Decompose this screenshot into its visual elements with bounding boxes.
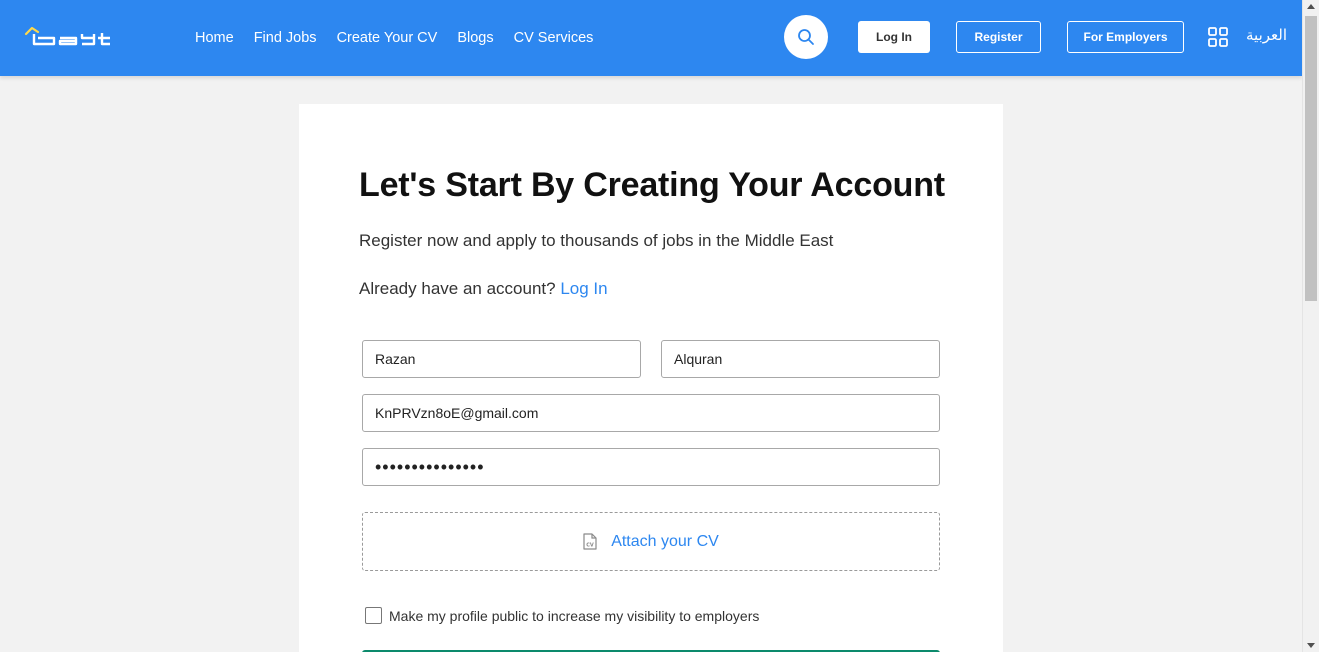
cv-file-icon: CV [583,533,597,550]
nav-find-jobs[interactable]: Find Jobs [254,30,317,46]
login-link[interactable]: Log In [560,279,607,298]
page-scrollbar[interactable] [1302,0,1319,652]
first-name-input[interactable] [362,340,641,378]
scroll-down-arrow-icon[interactable] [1307,643,1315,648]
bayt-logo[interactable] [24,24,114,50]
public-profile-checkbox[interactable] [365,607,382,624]
public-profile-label: Make my profile public to increase my vi… [389,607,760,624]
attach-cv-label: Attach your CV [611,532,719,550]
top-header: Home Find Jobs Create Your CV Blogs CV S… [0,0,1302,76]
main-nav: Home Find Jobs Create Your CV Blogs CV S… [195,0,593,76]
scroll-thumb[interactable] [1305,16,1317,301]
search-button[interactable] [784,15,828,59]
password-input[interactable] [362,448,940,486]
page-subtitle: Register now and apply to thousands of j… [359,231,834,250]
already-account-text: Already have an account? Log In [359,279,608,299]
nav-blogs[interactable]: Blogs [457,30,493,46]
attach-cv-dropzone[interactable]: CV Attach your CV [362,512,940,571]
nav-create-cv[interactable]: Create Your CV [337,30,438,46]
register-button[interactable]: Register [956,21,1041,53]
scroll-up-arrow-icon[interactable] [1307,4,1315,9]
svg-text:CV: CV [586,543,594,549]
for-employers-button[interactable]: For Employers [1067,21,1184,53]
page-title: Let's Start By Creating Your Account [359,166,945,204]
nav-cv-services[interactable]: CV Services [514,30,594,46]
registration-card: Let's Start By Creating Your Account Reg… [299,104,1003,652]
language-switch[interactable]: العربية [1246,26,1287,44]
apps-grid-icon[interactable] [1208,27,1228,47]
email-input[interactable] [362,394,940,432]
nav-home[interactable]: Home [195,30,234,46]
last-name-input[interactable] [661,340,940,378]
public-profile-row: Make my profile public to increase my vi… [365,607,759,624]
already-account-label: Already have an account? [359,279,556,298]
login-button[interactable]: Log In [858,21,930,53]
search-icon [798,29,814,45]
